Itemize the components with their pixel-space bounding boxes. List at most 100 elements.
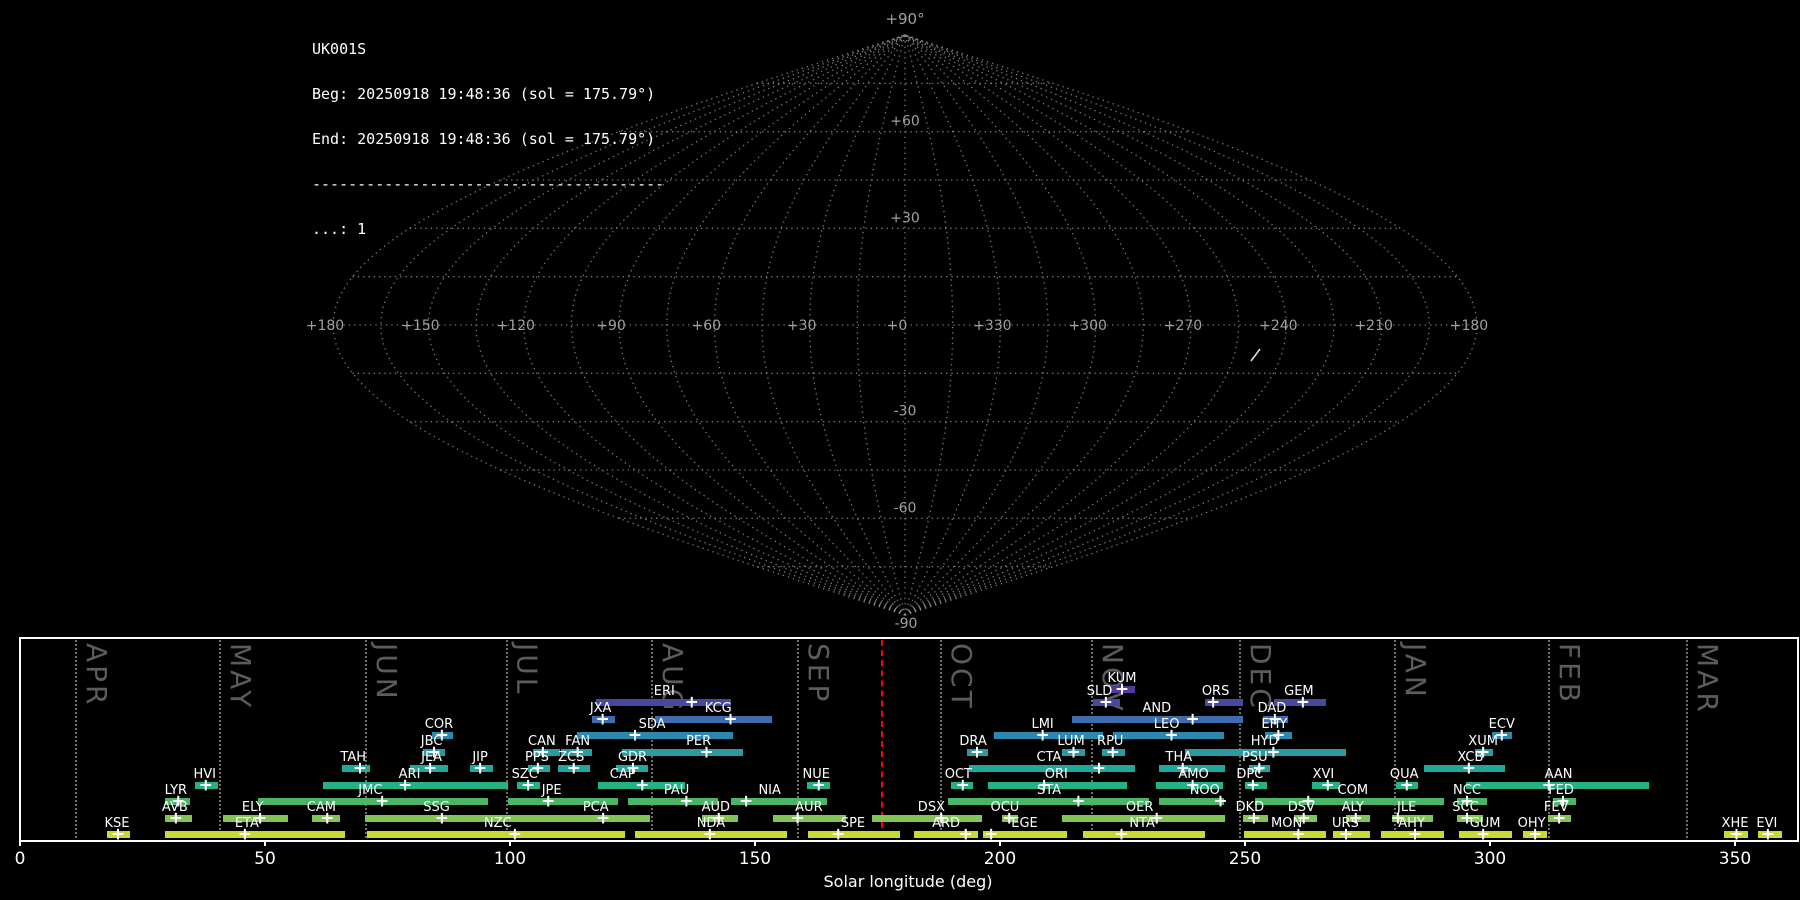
shower-bar: [1082, 831, 1205, 838]
shower-code-label: OCU: [990, 800, 1020, 815]
shower-code-label: OCT: [944, 767, 972, 782]
shower-peak-cross: +: [984, 824, 999, 844]
shower-peak-cross: +: [1185, 709, 1200, 729]
month-label: JAN: [1398, 643, 1432, 700]
shower-code-label: SLD: [1086, 684, 1113, 699]
shower-code-label: AMO: [1178, 767, 1209, 782]
month-label: APR: [79, 643, 113, 708]
shower-code-label: CAM: [306, 800, 336, 815]
shower-bar: [322, 782, 509, 789]
shower-code-label: ZCS: [558, 750, 585, 765]
shower-code-label: CTA: [1036, 750, 1062, 765]
x-tick-label: 100: [493, 849, 527, 869]
x-tick-label: 250: [1228, 849, 1262, 869]
shower-code-label: EGE: [1011, 816, 1038, 831]
shower-code-label: AUR: [795, 800, 823, 815]
x-tick: [1244, 840, 1246, 846]
shower-bar: [366, 831, 626, 838]
shower-bar: [514, 815, 651, 822]
shower-code-label: XHE: [1721, 816, 1749, 831]
shower-code-label: EVI: [1756, 816, 1778, 831]
x-tick: [509, 840, 511, 846]
shower-bar: [871, 815, 982, 822]
shower-code-label: ETA: [234, 816, 259, 831]
shower-code-label: XCB: [1457, 750, 1484, 765]
app-canvas: +90° -90 +60 +30 -30 -60 +180 +150 +120 +90 +60 +30…: [0, 0, 1800, 900]
shower-code-label: FEV: [1543, 800, 1569, 815]
shower-code-label: GDR: [617, 750, 648, 765]
shower-peak-cross: +: [739, 791, 754, 811]
shower-peak-cross: +: [1071, 791, 1086, 811]
shower-code-label: PAU: [663, 783, 690, 798]
chart-frame: [19, 637, 1799, 842]
shower-code-label: LMI: [1031, 717, 1054, 732]
shower-code-label: AND: [1142, 701, 1172, 716]
shower-code-label: QUA: [1389, 767, 1419, 782]
month-gridline: [505, 640, 508, 838]
shower-peak-cross: +: [635, 775, 650, 795]
month-label: MAR: [1691, 643, 1724, 715]
x-tick: [999, 840, 1001, 846]
shower-code-label: XUM: [1468, 734, 1498, 749]
shower-code-label: LUM: [1057, 734, 1085, 749]
month-label: JUN: [369, 643, 403, 702]
x-tick-label: 150: [738, 849, 772, 869]
shower-code-label: SCC: [1452, 800, 1479, 815]
shower-code-label: JEA: [421, 750, 443, 765]
shower-code-label: FED: [1548, 783, 1574, 798]
shower-code-label: NCC: [1453, 783, 1481, 798]
shower-code-label: CAN: [527, 734, 556, 749]
shower-code-label: FAN: [565, 734, 591, 749]
shower-bar: [948, 798, 1149, 805]
shower-code-label: ARI: [398, 767, 421, 782]
x-tick-label: 50: [254, 849, 276, 869]
shower-code-label: AHY: [1398, 816, 1425, 831]
shower-code-label: JIP: [472, 750, 488, 765]
shower-code-label: NTA: [1129, 816, 1155, 831]
month-gridline: [1091, 640, 1094, 838]
shower-code-label: NOO: [1189, 783, 1220, 798]
shower-code-label: XVI: [1312, 767, 1335, 782]
shower-peak-cross: +: [1114, 824, 1129, 844]
current-sol-line: [881, 640, 884, 838]
shower-code-label: PSU: [1241, 750, 1268, 765]
shower-code-label: OHY: [1517, 816, 1546, 831]
month-gridline: [1686, 640, 1688, 838]
shower-bar: [772, 815, 846, 822]
shower-code-label: ORI: [1044, 767, 1068, 782]
shower-peak-cross: +: [684, 692, 699, 712]
shower-activity-timeline: APR MAY JUN JUL AUG SEP OCT NOV DEC JAN FEB MAR + KUM…: [0, 0, 1800, 900]
shower-code-label: TAH: [340, 750, 366, 765]
month-label: OCT: [945, 643, 979, 711]
month-gridline: [651, 640, 654, 838]
x-tick-label: 0: [14, 849, 26, 869]
shower-code-label: RPU: [1097, 734, 1124, 749]
shower-code-label: PER: [686, 734, 712, 749]
shower-code-label: HYD: [1250, 734, 1279, 749]
shower-code-label: HVI: [193, 767, 216, 782]
shower-code-label: LEO: [1153, 717, 1180, 732]
shower-code-label: JPE: [541, 783, 562, 798]
shower-code-label: SZC: [511, 767, 538, 782]
shower-code-label: NDA: [696, 816, 726, 831]
x-tick: [1734, 840, 1736, 846]
shower-code-label: AAN: [1544, 767, 1573, 782]
shower-code-label: SPE: [840, 816, 866, 831]
shower-code-label: ALY: [1341, 800, 1364, 815]
shower-bar: [655, 716, 773, 723]
shower-code-label: COR: [424, 717, 454, 732]
shower-code-label: PPS: [524, 750, 549, 765]
month-label: SEP: [802, 643, 836, 705]
shower-code-label: MON: [1271, 816, 1303, 831]
shower-code-label: NZC: [483, 816, 512, 831]
shower-code-label: STA: [1036, 783, 1062, 798]
shower-code-label: ECV: [1488, 717, 1515, 732]
x-tick: [754, 840, 756, 846]
x-tick: [264, 840, 266, 846]
shower-code-label: SSG: [423, 800, 450, 815]
shower-code-label: JBC: [420, 734, 443, 749]
shower-code-label: GEM: [1284, 684, 1314, 699]
shower-code-label: GUM: [1469, 816, 1501, 831]
month-gridline: [218, 640, 221, 838]
shower-code-label: ARD: [932, 816, 961, 831]
